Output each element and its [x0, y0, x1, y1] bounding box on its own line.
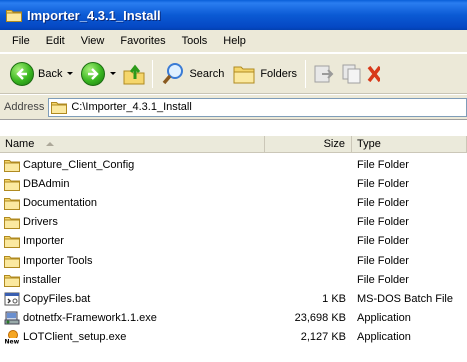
- column-size-label: Size: [323, 138, 345, 150]
- window-title: Importer_4.3.1_Install: [27, 7, 161, 23]
- file-name: dotnetfx-Framework1.1.exe: [23, 312, 157, 325]
- file-type: File Folder: [357, 273, 409, 286]
- up-folder-button[interactable]: [120, 60, 148, 88]
- menu-view[interactable]: View: [73, 35, 113, 47]
- svg-text:New: New: [5, 339, 20, 345]
- file-size: 23,698 KB: [294, 312, 346, 325]
- batch-file-icon: [4, 292, 20, 306]
- folder-icon: [4, 255, 20, 268]
- file-type: File Folder: [357, 196, 409, 209]
- folders-button[interactable]: Folders: [228, 58, 301, 90]
- address-bar: Address C:\Importer_4.3.1_Install: [0, 95, 467, 120]
- file-size: 1 KB: [322, 292, 346, 305]
- file-name: LOTClient_setup.exe: [23, 331, 127, 344]
- file-type: MS-DOS Batch File: [357, 292, 453, 305]
- sort-ascending-icon: [46, 142, 55, 146]
- installer-exe-icon: [4, 311, 20, 325]
- menu-edit[interactable]: Edit: [38, 35, 73, 47]
- menu-bar: File Edit View Favorites Tools Help: [0, 30, 467, 53]
- search-icon: [163, 62, 184, 84]
- list-item[interactable]: Importer File Folder: [0, 232, 467, 251]
- list-item[interactable]: New LOTClient_setup.exe 2,127 KB Applica…: [0, 328, 467, 347]
- move-to-button[interactable]: [310, 60, 338, 88]
- forward-button[interactable]: [77, 58, 120, 90]
- list-item[interactable]: dotnetfx-Framework1.1.exe 23,698 KB Appl…: [0, 309, 467, 328]
- folder-icon: [51, 102, 68, 114]
- folder-icon: [4, 236, 20, 249]
- search-button[interactable]: Search: [157, 58, 228, 90]
- file-name: Importer Tools: [23, 254, 93, 267]
- list-item[interactable]: installer File Folder: [0, 270, 467, 289]
- file-name: CopyFiles.bat: [23, 292, 91, 305]
- delete-button[interactable]: [366, 60, 381, 88]
- list-item[interactable]: DBAdmin File Folder: [0, 174, 467, 193]
- file-type: Application: [357, 312, 411, 325]
- copy-to-icon: [342, 64, 361, 83]
- folders-label: Folders: [260, 67, 298, 80]
- address-path: C:\Importer_4.3.1_Install: [71, 101, 192, 113]
- new-setup-exe-icon: New: [4, 330, 20, 345]
- menu-file[interactable]: File: [4, 35, 38, 47]
- folders-icon: [233, 66, 255, 83]
- file-type: File Folder: [357, 177, 409, 190]
- menu-tools[interactable]: Tools: [174, 35, 216, 47]
- list-item[interactable]: Capture_Client_Config File Folder: [0, 155, 467, 174]
- toolbar-separator: [305, 59, 307, 88]
- list-item[interactable]: Drivers File Folder: [0, 213, 467, 232]
- toolbar: Back Search Folders: [0, 54, 467, 94]
- file-type: File Folder: [357, 158, 409, 171]
- column-name-label: Name: [5, 138, 35, 150]
- file-type: Application: [357, 331, 411, 344]
- file-type: File Folder: [357, 235, 409, 248]
- list-item[interactable]: Documentation File Folder: [0, 193, 467, 212]
- column-header: Name Size Type: [0, 136, 467, 153]
- file-rows: Capture_Client_Config File Folder DBAdmi…: [0, 155, 467, 347]
- file-type: File Folder: [357, 254, 409, 267]
- file-name: Importer: [23, 235, 64, 248]
- back-arrow-icon: [10, 61, 34, 86]
- file-size: 2,127 KB: [300, 331, 346, 344]
- folder-icon: [4, 197, 20, 210]
- forward-dropdown-icon[interactable]: [110, 72, 117, 75]
- title-bar[interactable]: Importer_4.3.1_Install: [0, 0, 467, 30]
- up-folder-icon: [123, 64, 145, 84]
- folder-icon: [4, 159, 20, 172]
- address-input[interactable]: C:\Importer_4.3.1_Install: [48, 97, 467, 117]
- file-name: installer: [23, 273, 61, 286]
- menu-help[interactable]: Help: [215, 35, 254, 47]
- folder-icon: [6, 10, 22, 22]
- column-size-header[interactable]: Size: [265, 136, 352, 152]
- column-type-header[interactable]: Type: [352, 136, 467, 152]
- copy-to-button[interactable]: [338, 60, 366, 88]
- back-label: Back: [38, 67, 63, 80]
- address-label: Address: [4, 101, 45, 113]
- column-name-header[interactable]: Name: [0, 136, 265, 152]
- menu-favorites[interactable]: Favorites: [112, 35, 173, 47]
- back-button[interactable]: Back: [6, 58, 77, 90]
- list-item[interactable]: CopyFiles.bat 1 KB MS-DOS Batch File: [0, 289, 467, 308]
- toolbar-separator: [152, 59, 154, 88]
- folder-icon: [4, 274, 20, 287]
- move-to-icon: [314, 65, 334, 82]
- forward-arrow-icon: [81, 61, 106, 86]
- delete-icon: [367, 65, 381, 82]
- column-type-label: Type: [357, 138, 381, 150]
- file-name: Capture_Client_Config: [23, 158, 135, 171]
- search-label: Search: [189, 67, 225, 80]
- folder-icon: [4, 178, 20, 191]
- file-name: DBAdmin: [23, 177, 70, 190]
- file-name: Drivers: [23, 216, 58, 229]
- file-type: File Folder: [357, 216, 409, 229]
- file-name: Documentation: [23, 196, 97, 209]
- folder-icon: [4, 217, 20, 230]
- back-dropdown-icon[interactable]: [67, 72, 74, 75]
- list-item[interactable]: Importer Tools File Folder: [0, 251, 467, 270]
